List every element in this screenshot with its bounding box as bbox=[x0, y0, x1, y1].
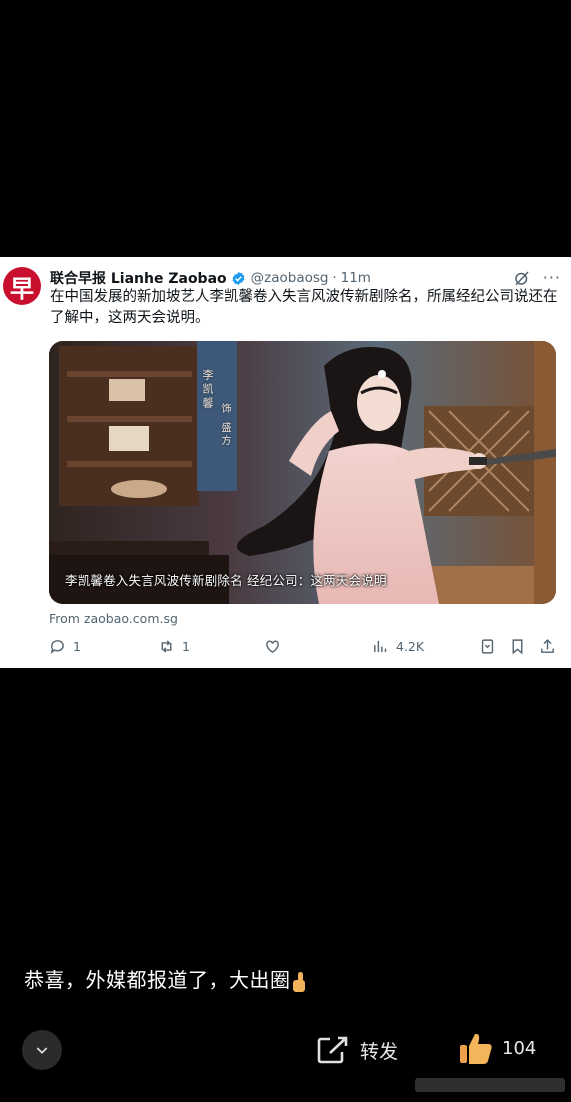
watermark-logo bbox=[415, 1078, 565, 1092]
media-caption: 李凯馨卷入失言风波传新剧除名 经纪公司：这两天会说明 bbox=[65, 573, 387, 588]
verified-badge-icon bbox=[232, 271, 245, 285]
bookmark-action[interactable] bbox=[509, 638, 526, 655]
like-count: 104 bbox=[502, 1037, 537, 1059]
repost-count: 1 bbox=[182, 639, 190, 654]
repost-label: 转发 bbox=[360, 1040, 399, 1063]
separator-dot: · bbox=[332, 270, 337, 286]
expand-button[interactable] bbox=[22, 1030, 62, 1070]
heart-icon bbox=[266, 640, 279, 654]
share-action[interactable] bbox=[539, 638, 556, 655]
repost-action[interactable]: 1 bbox=[158, 638, 190, 655]
reply-action[interactable]: 1 bbox=[49, 638, 81, 655]
tweet-media-image[interactable]: 李凯馨 饰 盛方 李凯馨卷入失言风波传新剧除名 经纪公司：这两天会说明 bbox=[49, 341, 556, 604]
timestamp[interactable]: 11m bbox=[341, 270, 371, 286]
chevron-down-icon bbox=[36, 1047, 48, 1054]
reply-count: 1 bbox=[73, 639, 81, 654]
grok-summary-action[interactable] bbox=[479, 638, 496, 655]
tweet-header: 联合早报 Lianhe Zaobao @zaobaosg · 11m ··· bbox=[50, 268, 561, 288]
repost-button[interactable]: 转发 bbox=[316, 1035, 398, 1065]
like-action[interactable] bbox=[264, 638, 281, 655]
bookmark-icon bbox=[512, 639, 523, 655]
tweet-card: 早 联合早报 Lianhe Zaobao @zaobaosg · 11m ···… bbox=[0, 257, 571, 668]
upload-share-icon bbox=[541, 639, 554, 653]
tweet-action-bar: 1 1 4.2K bbox=[49, 638, 559, 658]
post-comment-text: 恭喜，外媒都报道了，大出圈 bbox=[24, 968, 291, 992]
thumbs-up-emoji-icon bbox=[292, 971, 305, 992]
handle[interactable]: @zaobaosg bbox=[251, 270, 329, 286]
display-name[interactable]: 联合早报 Lianhe Zaobao bbox=[50, 268, 227, 288]
grok-book-icon bbox=[481, 639, 494, 654]
link-source[interactable]: From zaobao.com.sg bbox=[49, 611, 178, 626]
like-button[interactable]: 104 bbox=[458, 1030, 536, 1066]
drama-still-illustration bbox=[49, 341, 556, 604]
share-icon bbox=[317, 1036, 348, 1064]
reply-icon bbox=[50, 640, 64, 654]
grok-icon[interactable] bbox=[513, 269, 531, 287]
media-role-name: 饰 盛方 bbox=[219, 403, 230, 449]
avatar[interactable]: 早 bbox=[3, 267, 41, 305]
views-action[interactable]: 4.2K bbox=[372, 638, 424, 655]
more-options-icon[interactable]: ··· bbox=[543, 270, 561, 286]
post-comment: 恭喜，外媒都报道了，大出圈 bbox=[24, 964, 309, 993]
retweet-icon bbox=[161, 640, 172, 653]
avatar-glyph: 早 bbox=[10, 273, 34, 303]
views-chart-icon bbox=[374, 640, 387, 653]
views-count: 4.2K bbox=[396, 639, 425, 654]
tweet-text: 在中国发展的新加坡艺人李凯馨卷入失言风波传新剧除名，所属经纪公司说还在了解中，这… bbox=[50, 289, 558, 326]
thumbs-up-icon bbox=[460, 1033, 492, 1064]
media-actor-name: 李凯馨 bbox=[201, 369, 214, 411]
